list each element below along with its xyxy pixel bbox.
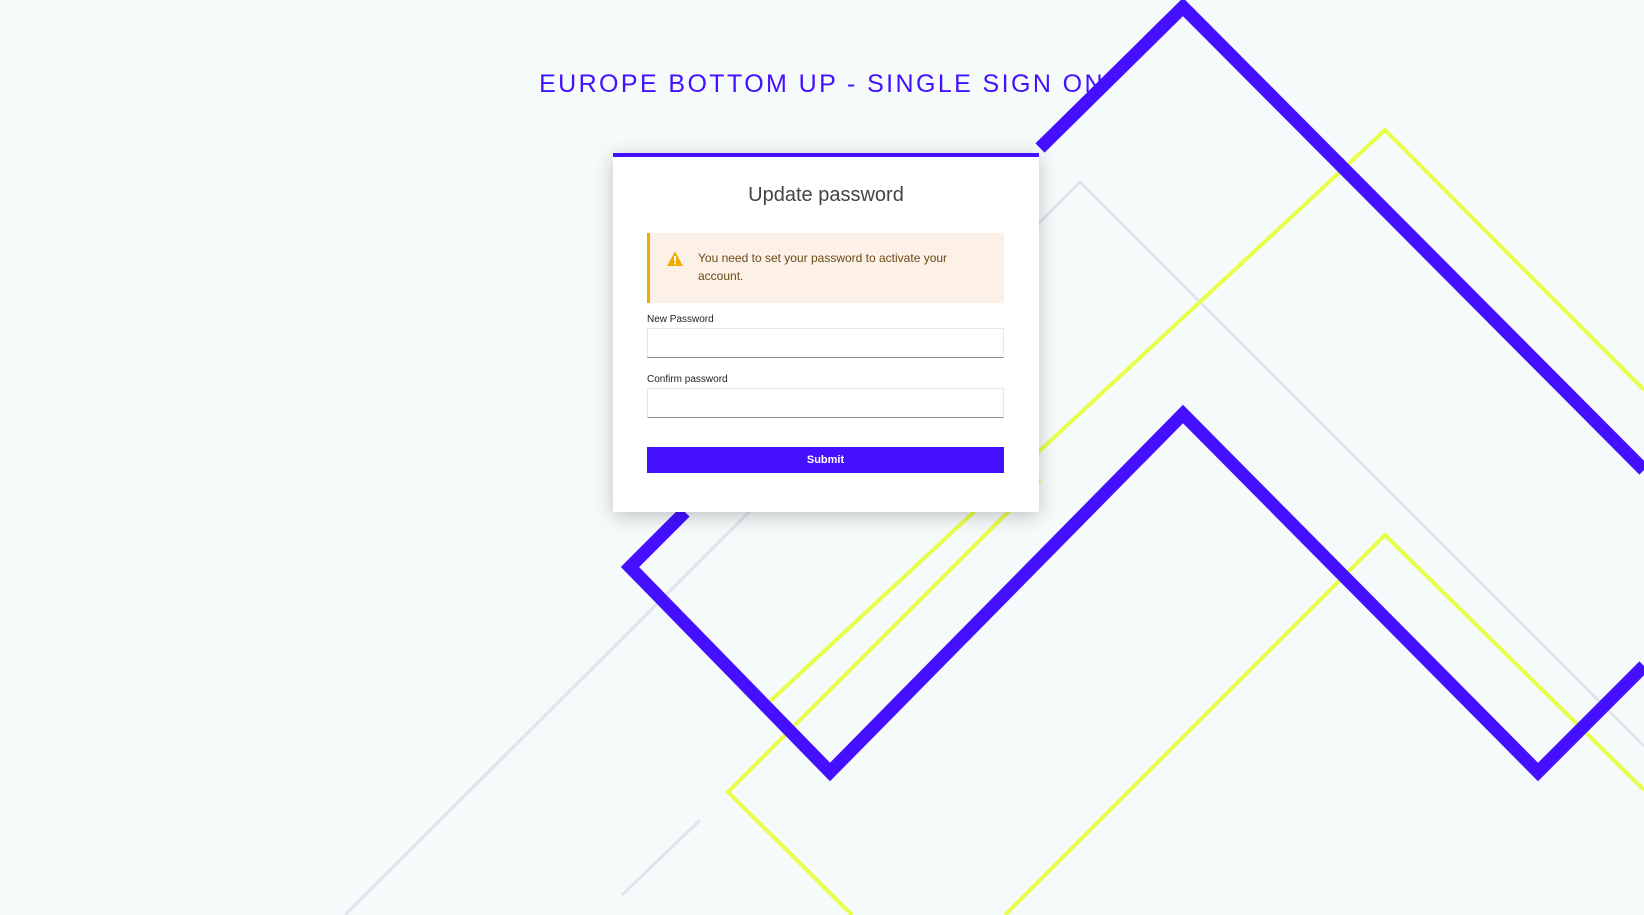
warning-alert: You need to set your password to activat… (647, 233, 1004, 303)
update-password-card: Update password You need to set your pas… (613, 153, 1039, 512)
confirm-password-label: Confirm password (647, 374, 728, 385)
new-password-input[interactable] (647, 328, 1004, 358)
alert-message: You need to set your password to activat… (698, 251, 948, 283)
warning-triangle-icon (667, 251, 683, 266)
site-title: EUROPE BOTTOM UP - SINGLE SIGN ON (539, 70, 1105, 98)
form-title: Update password (748, 184, 904, 206)
login-page: EUROPE BOTTOM UP - SINGLE SIGN ON Update… (0, 0, 1644, 915)
new-password-label: New Password (647, 314, 714, 325)
confirm-password-input[interactable] (647, 388, 1004, 418)
background-yellow-line-bottom (1003, 532, 1644, 915)
background-grey-line-lower (620, 818, 702, 897)
submit-button[interactable]: Submit (647, 447, 1004, 473)
